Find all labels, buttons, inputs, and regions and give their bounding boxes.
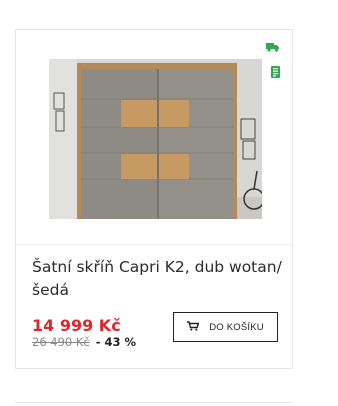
discount-badge: - 43 % — [95, 335, 137, 349]
next-card-edge — [15, 402, 293, 403]
product-title[interactable]: Šatní skříň Capri K2, dub wotan/šedá — [32, 256, 282, 302]
product-image[interactable] — [49, 59, 265, 219]
price-details: 26 490 Kč - 43 % — [32, 335, 136, 349]
add-to-cart-button[interactable]: DO KOŠÍKU — [173, 312, 278, 342]
delivery-truck-icon — [266, 42, 280, 52]
cart-icon — [187, 320, 200, 334]
add-to-cart-label: DO KOŠÍKU — [209, 321, 264, 333]
product-badges — [266, 42, 280, 78]
in-stock-icon — [271, 66, 280, 78]
old-price: 26 490 Kč — [32, 335, 90, 349]
current-price: 14 999 Kč — [32, 316, 121, 335]
card-divider — [16, 244, 292, 245]
product-card[interactable]: Šatní skříň Capri K2, dub wotan/šedá 14 … — [15, 29, 293, 369]
